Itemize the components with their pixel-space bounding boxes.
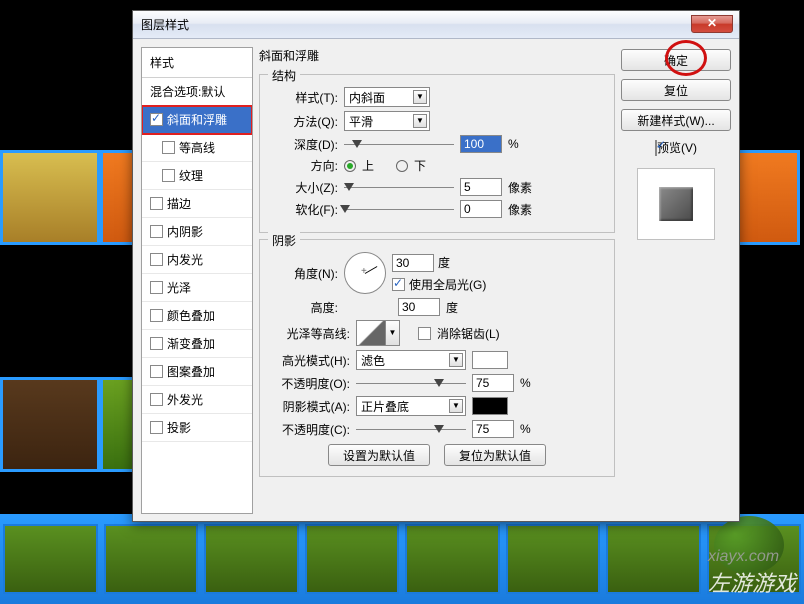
global-light-checkbox[interactable] <box>392 278 405 291</box>
dialog-title: 图层样式 <box>141 16 189 33</box>
reset-default-button[interactable]: 复位为默认值 <box>444 444 546 466</box>
size-label: 大小(Z): <box>270 179 338 196</box>
style-row-color-overlay[interactable]: 颜色叠加 <box>142 302 252 330</box>
chevron-down-icon: ▼ <box>413 90 427 104</box>
checkbox-icon[interactable] <box>150 365 163 378</box>
style-row-gradient-overlay[interactable]: 渐变叠加 <box>142 330 252 358</box>
checkbox-icon[interactable] <box>150 253 163 266</box>
cancel-button[interactable]: 复位 <box>621 79 731 101</box>
angle-input[interactable]: 30 <box>392 254 434 272</box>
style-label: 样式(T): <box>270 89 338 106</box>
style-row-outer-glow[interactable]: 外发光 <box>142 386 252 414</box>
shadow-opacity-input[interactable]: 75 <box>472 420 514 438</box>
panel-header: 斜面和浮雕 <box>259 47 615 64</box>
style-dropdown[interactable]: 内斜面▼ <box>344 87 430 107</box>
style-row-bevel-emboss[interactable]: 斜面和浮雕 <box>142 106 252 134</box>
style-row-stroke[interactable]: 描边 <box>142 190 252 218</box>
method-dropdown[interactable]: 平滑▼ <box>344 111 430 131</box>
dialog-right-column: 确定 复位 新建样式(W)... 预览(V) <box>621 47 731 514</box>
blending-options-row[interactable]: 混合选项:默认 <box>142 78 252 106</box>
shadow-color-swatch[interactable] <box>472 397 508 415</box>
watermark: xiayx.com 左游游戏 <box>708 548 796 598</box>
preview-checkbox[interactable] <box>655 140 657 156</box>
chevron-down-icon: ▼ <box>449 353 463 367</box>
checkbox-icon[interactable] <box>150 225 163 238</box>
background-thumb-strip <box>0 514 804 604</box>
styles-header[interactable]: 样式 <box>142 48 252 78</box>
layer-style-dialog: 图层样式 ✕ 样式 混合选项:默认 斜面和浮雕 等高线 纹理 描边 <box>132 10 740 522</box>
shadow-mode-dropdown[interactable]: 正片叠底▼ <box>356 396 466 416</box>
highlight-mode-label: 高光模式(H): <box>270 352 350 369</box>
antialias-checkbox[interactable] <box>418 327 431 340</box>
method-label: 方法(Q): <box>270 113 338 130</box>
gloss-contour-picker[interactable] <box>356 320 386 346</box>
soften-slider[interactable] <box>344 201 454 217</box>
structure-group: 结构 样式(T): 内斜面▼ 方法(Q): 平滑▼ 深度(D): <box>259 74 615 233</box>
highlight-mode-dropdown[interactable]: 滤色▼ <box>356 350 466 370</box>
style-row-inner-shadow[interactable]: 内阴影 <box>142 218 252 246</box>
direction-down-radio[interactable] <box>396 160 408 172</box>
shadow-opacity-label: 不透明度(C): <box>270 421 350 438</box>
depth-slider[interactable] <box>344 136 454 152</box>
checkbox-icon[interactable] <box>150 393 163 406</box>
style-row-inner-glow[interactable]: 内发光 <box>142 246 252 274</box>
checkbox-icon[interactable] <box>150 337 163 350</box>
checkbox-icon[interactable] <box>150 309 163 322</box>
preview-thumbnail <box>637 168 715 240</box>
style-row-drop-shadow[interactable]: 投影 <box>142 414 252 442</box>
shading-group: 阴影 角度(N): 30 度 使用全局光(G) <box>259 239 615 477</box>
checkbox-icon[interactable] <box>150 113 163 126</box>
depth-label: 深度(D): <box>270 136 338 153</box>
direction-up-radio[interactable] <box>344 160 356 172</box>
size-slider[interactable] <box>344 179 454 195</box>
styles-list: 样式 混合选项:默认 斜面和浮雕 等高线 纹理 描边 内阴影 <box>141 47 253 514</box>
gloss-contour-label: 光泽等高线: <box>270 325 350 342</box>
depth-input[interactable]: 100 <box>460 135 502 153</box>
checkbox-icon[interactable] <box>162 169 175 182</box>
bevel-settings-panel: 斜面和浮雕 结构 样式(T): 内斜面▼ 方法(Q): 平滑▼ 深度(D): <box>259 47 615 514</box>
new-style-button[interactable]: 新建样式(W)... <box>621 109 731 131</box>
checkbox-icon[interactable] <box>150 421 163 434</box>
soften-input[interactable]: 0 <box>460 200 502 218</box>
checkbox-icon[interactable] <box>150 281 163 294</box>
highlight-opacity-input[interactable]: 75 <box>472 374 514 392</box>
style-row-texture[interactable]: 纹理 <box>142 162 252 190</box>
soften-label: 软化(F): <box>270 201 338 218</box>
dialog-titlebar[interactable]: 图层样式 ✕ <box>133 11 739 39</box>
chevron-down-icon[interactable]: ▼ <box>386 320 400 346</box>
shadow-mode-label: 阴影模式(A): <box>270 398 350 415</box>
checkbox-icon[interactable] <box>162 141 175 154</box>
direction-label: 方向: <box>270 157 338 174</box>
shadow-opacity-slider[interactable] <box>356 421 466 437</box>
highlight-opacity-slider[interactable] <box>356 375 466 391</box>
style-row-contour[interactable]: 等高线 <box>142 134 252 162</box>
ok-button[interactable]: 确定 <box>621 49 731 71</box>
highlight-opacity-label: 不透明度(O): <box>270 375 350 392</box>
style-row-satin[interactable]: 光泽 <box>142 274 252 302</box>
chevron-down-icon: ▼ <box>413 114 427 128</box>
angle-label: 角度(N): <box>270 265 338 282</box>
angle-picker[interactable] <box>344 252 386 294</box>
style-row-pattern-overlay[interactable]: 图案叠加 <box>142 358 252 386</box>
checkbox-icon[interactable] <box>150 197 163 210</box>
highlight-color-swatch[interactable] <box>472 351 508 369</box>
chevron-down-icon: ▼ <box>449 399 463 413</box>
close-button[interactable]: ✕ <box>691 15 733 33</box>
altitude-input[interactable]: 30 <box>398 298 440 316</box>
altitude-label: 高度: <box>270 299 338 316</box>
size-input[interactable]: 5 <box>460 178 502 196</box>
make-default-button[interactable]: 设置为默认值 <box>328 444 430 466</box>
